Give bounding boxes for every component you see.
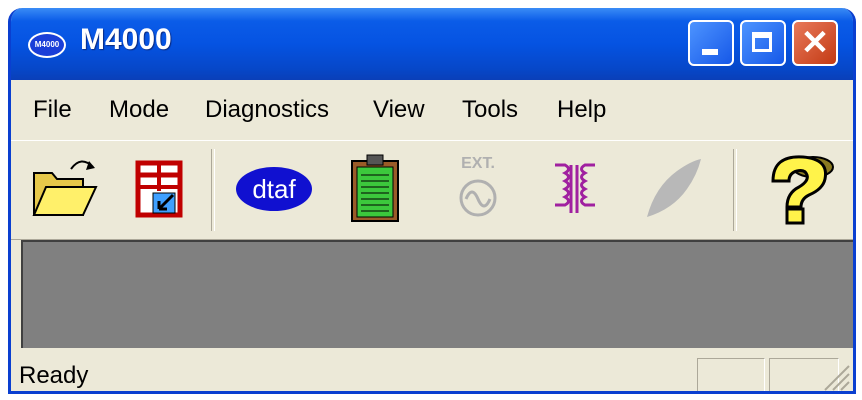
help-icon	[771, 155, 834, 225]
clipboard-button[interactable]	[341, 151, 411, 225]
maximize-icon	[752, 32, 772, 52]
menu-mode[interactable]: Mode	[109, 96, 169, 124]
open-button[interactable]	[29, 151, 99, 225]
menu-diagnostics[interactable]: Diagnostics	[205, 96, 329, 124]
clipboard-icon	[351, 154, 399, 222]
toolbar-separator	[733, 149, 737, 231]
transformer-icon	[555, 163, 595, 213]
menu-tools[interactable]: Tools	[462, 96, 518, 124]
save-table-icon	[135, 160, 183, 218]
window-title: M4000	[80, 23, 172, 56]
client-area	[21, 240, 853, 348]
resize-grip-icon[interactable]	[819, 360, 851, 392]
leaf-button[interactable]	[637, 151, 707, 225]
dtaf-button[interactable]: dtaf	[233, 151, 315, 225]
save-table-button[interactable]	[123, 151, 193, 225]
menu-bar: File Mode Diagnostics View Tools Help	[11, 80, 853, 140]
status-bar: Ready	[11, 352, 853, 392]
toolbar: dtaf EXT.	[11, 140, 853, 240]
open-folder-icon	[32, 160, 98, 216]
close-button[interactable]: ✕	[792, 20, 838, 66]
ext-source-button[interactable]: EXT.	[443, 151, 513, 225]
menu-view[interactable]: View	[373, 96, 425, 124]
help-button[interactable]	[753, 151, 839, 225]
title-bar[interactable]: M4000 M4000 ✕	[11, 8, 853, 80]
dtaf-label: dtaf	[252, 174, 296, 204]
minimize-icon	[702, 49, 718, 55]
ext-label: EXT.	[461, 155, 495, 172]
leaf-icon	[647, 159, 701, 217]
minimize-button[interactable]	[688, 20, 734, 66]
toolbar-separator	[211, 149, 215, 231]
menu-file[interactable]: File	[33, 96, 72, 124]
close-icon: ✕	[800, 24, 830, 62]
status-panel	[697, 358, 765, 391]
menu-help[interactable]: Help	[557, 96, 606, 124]
maximize-button[interactable]	[740, 20, 786, 66]
app-logo-icon[interactable]: M4000	[28, 32, 66, 58]
status-text: Ready	[19, 362, 89, 389]
transformer-button[interactable]	[541, 151, 611, 225]
app-window: M4000 M4000 ✕ File Mode Diagnostics View…	[8, 8, 856, 394]
